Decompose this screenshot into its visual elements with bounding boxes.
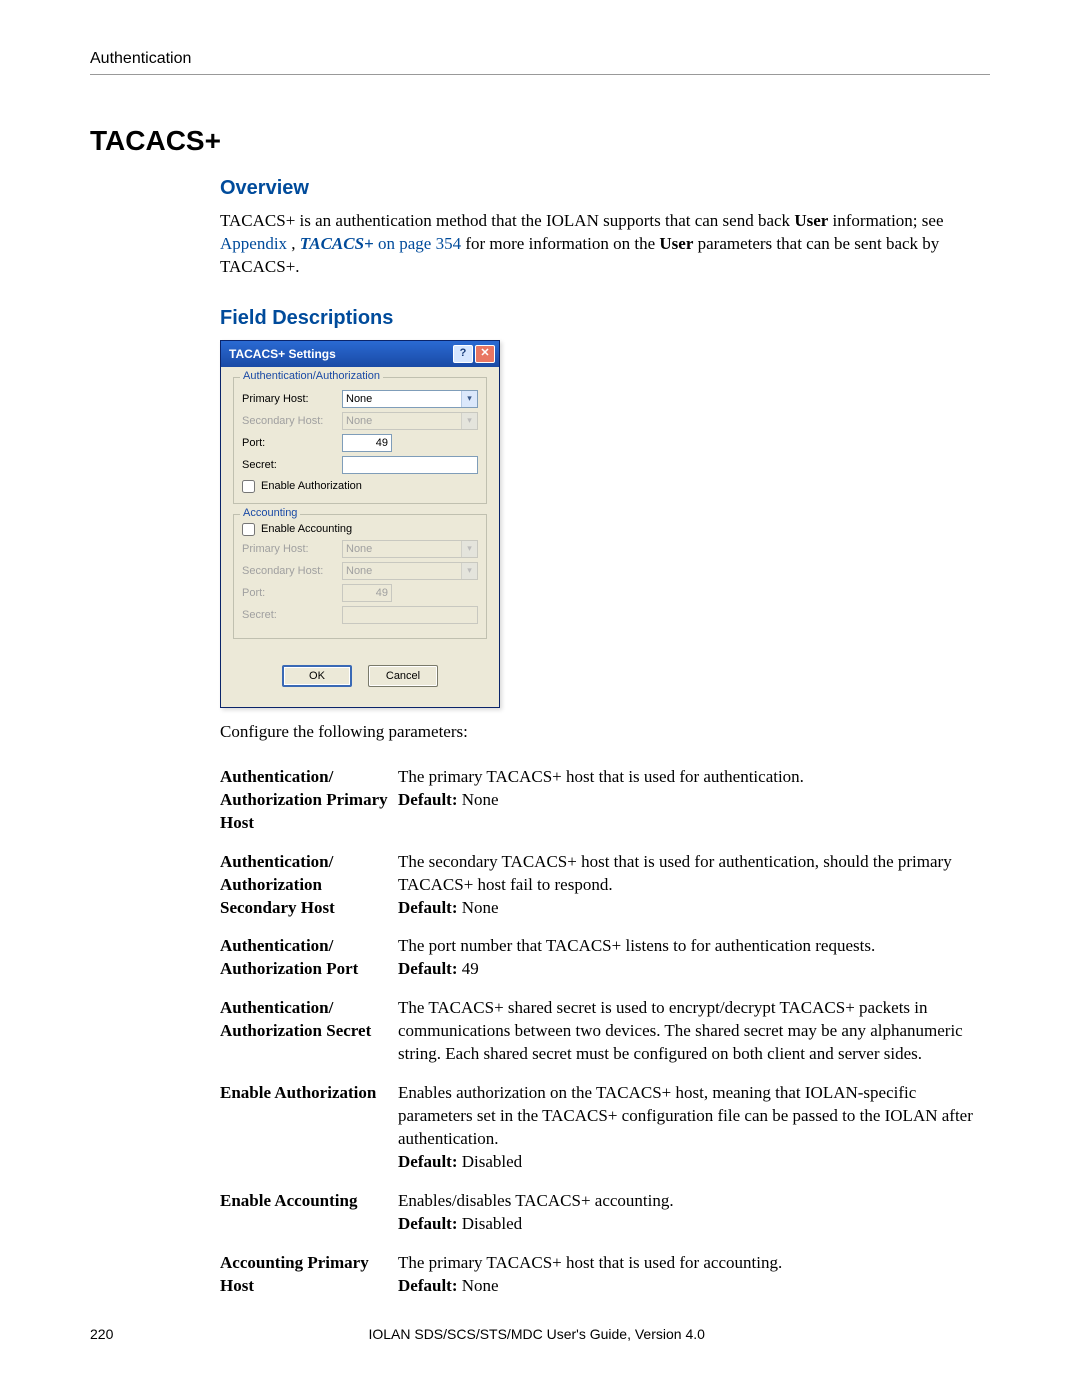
field-term: Authentication/ Authorization Secondary … [220, 845, 398, 930]
acct-primary-host-value: None [346, 543, 372, 555]
field-desc-cell: The port number that TACACS+ listens to … [398, 929, 990, 991]
label-primary-host: Primary Host: [242, 393, 342, 405]
group-accounting: Accounting Enable Accounting Primary Hos… [233, 514, 487, 639]
page-footer: 220 IOLAN SDS/SCS/STS/MDC User's Guide, … [90, 1326, 990, 1342]
field-term: Authentication/ Authorization Secret [220, 991, 398, 1076]
chevron-down-icon: ▾ [461, 391, 477, 407]
field-description-table: Authentication/ Authorization Primary Ho… [220, 760, 990, 1308]
group-legend-acct: Accounting [240, 507, 300, 519]
overview-bold-user-1: User [794, 211, 828, 230]
default-value: Disabled [457, 1214, 522, 1233]
page-number: 220 [90, 1326, 113, 1342]
field-desc-cell: Enables authorization on the TACACS+ hos… [398, 1076, 990, 1184]
table-row: Authentication/ Authorization Secret The… [220, 991, 990, 1076]
default-value: 49 [457, 959, 478, 978]
dialog-title: TACACS+ Settings [229, 347, 336, 361]
field-term: Authentication/ Authorization Port [220, 929, 398, 991]
label-secret: Secret: [242, 459, 342, 471]
default-label: Default: [398, 959, 457, 978]
field-desc: The port number that TACACS+ listens to … [398, 936, 875, 955]
table-row: Accounting Primary Host The primary TACA… [220, 1246, 990, 1308]
acct-secret-input [342, 606, 478, 624]
label-acct-primary-host: Primary Host: [242, 543, 342, 555]
port-input[interactable]: 49 [342, 434, 392, 452]
default-value: None [457, 790, 498, 809]
default-value: None [457, 1276, 498, 1295]
field-term: Authentication/ Authorization Primary Ho… [220, 760, 398, 845]
dialog-titlebar: TACACS+ Settings ? ✕ [221, 341, 499, 367]
field-term: Accounting Primary Host [220, 1246, 398, 1308]
overview-text-1: TACACS+ is an authentication method that… [220, 211, 794, 230]
field-term: Enable Accounting [220, 1184, 398, 1246]
field-desc: The primary TACACS+ host that is used fo… [398, 1253, 782, 1272]
label-acct-secret: Secret: [242, 609, 342, 621]
default-label: Default: [398, 1276, 457, 1295]
footer-guide-title: IOLAN SDS/SCS/STS/MDC User's Guide, Vers… [113, 1326, 960, 1342]
table-row: Authentication/ Authorization Secondary … [220, 845, 990, 930]
default-value: Disabled [457, 1152, 522, 1171]
default-value: None [457, 898, 498, 917]
acct-port-input: 49 [342, 584, 392, 602]
group-legend-auth: Authentication/Authorization [240, 370, 383, 382]
acct-secondary-host-value: None [346, 565, 372, 577]
default-label: Default: [398, 790, 457, 809]
overview-text-2: information; see [828, 211, 943, 230]
field-term: Enable Authorization [220, 1076, 398, 1184]
secondary-host-value: None [346, 415, 372, 427]
appendix-link[interactable]: Appendix [220, 234, 291, 253]
configure-line: Configure the following parameters: [220, 722, 990, 742]
table-row: Enable Authorization Enables authorizati… [220, 1076, 990, 1184]
chevron-down-icon: ▾ [461, 563, 477, 579]
field-desc: The secondary TACACS+ host that is used … [398, 852, 952, 894]
field-desc-cell: The primary TACACS+ host that is used fo… [398, 1246, 990, 1308]
field-desc-cell: The TACACS+ shared secret is used to enc… [398, 991, 990, 1076]
group-authentication-authorization: Authentication/Authorization Primary Hos… [233, 377, 487, 504]
label-acct-port: Port: [242, 587, 342, 599]
page-header: Authentication [90, 50, 990, 75]
default-label: Default: [398, 1152, 457, 1171]
overview-bold-user-2: User [659, 234, 693, 253]
overview-link-sep: , [291, 234, 300, 253]
field-desc-cell: The secondary TACACS+ host that is used … [398, 845, 990, 930]
default-label: Default: [398, 898, 457, 917]
tacacs-link-label: TACACS+ [300, 234, 374, 253]
label-acct-secondary-host: Secondary Host: [242, 565, 342, 577]
field-desc-cell: Enables/disables TACACS+ accounting. Def… [398, 1184, 990, 1246]
tacacs-settings-dialog: TACACS+ Settings ? ✕ Authentication/Auth… [220, 340, 500, 708]
acct-primary-host-select: None ▾ [342, 540, 478, 558]
default-label: Default: [398, 1214, 457, 1233]
chevron-down-icon: ▾ [461, 413, 477, 429]
field-desc-cell: The primary TACACS+ host that is used fo… [398, 760, 990, 845]
enable-accounting-checkbox[interactable] [242, 523, 255, 536]
field-desc: Enables authorization on the TACACS+ hos… [398, 1083, 973, 1148]
secondary-host-select[interactable]: None ▾ [342, 412, 478, 430]
help-icon[interactable]: ? [453, 345, 473, 363]
label-port: Port: [242, 437, 342, 449]
primary-host-value: None [346, 393, 372, 405]
acct-secondary-host-select: None ▾ [342, 562, 478, 580]
subsection-overview: Overview [220, 177, 990, 200]
close-icon[interactable]: ✕ [475, 345, 495, 363]
cancel-button[interactable]: Cancel [368, 665, 438, 687]
field-desc: Enables/disables TACACS+ accounting. [398, 1191, 674, 1210]
chevron-down-icon: ▾ [461, 541, 477, 557]
primary-host-select[interactable]: None ▾ [342, 390, 478, 408]
label-secondary-host: Secondary Host: [242, 415, 342, 427]
table-row: Enable Accounting Enables/disables TACAC… [220, 1184, 990, 1246]
enable-authorization-label: Enable Authorization [261, 480, 362, 492]
table-row: Authentication/ Authorization Primary Ho… [220, 760, 990, 845]
enable-authorization-checkbox[interactable] [242, 480, 255, 493]
field-desc: The primary TACACS+ host that is used fo… [398, 767, 804, 786]
enable-accounting-label: Enable Accounting [261, 523, 352, 535]
secret-input[interactable] [342, 456, 478, 474]
subsection-field-descriptions: Field Descriptions [220, 307, 990, 330]
tacacs-link-page: on page 354 [374, 234, 461, 253]
tacacs-cross-ref-link[interactable]: TACACS+ on page 354 [300, 234, 461, 253]
overview-paragraph: TACACS+ is an authentication method that… [220, 210, 990, 279]
table-row: Authentication/ Authorization Port The p… [220, 929, 990, 991]
overview-text-3: for more information on the [461, 234, 659, 253]
field-desc: The TACACS+ shared secret is used to enc… [398, 998, 963, 1063]
ok-button[interactable]: OK [282, 665, 352, 687]
section-title: TACACS+ [90, 125, 990, 157]
